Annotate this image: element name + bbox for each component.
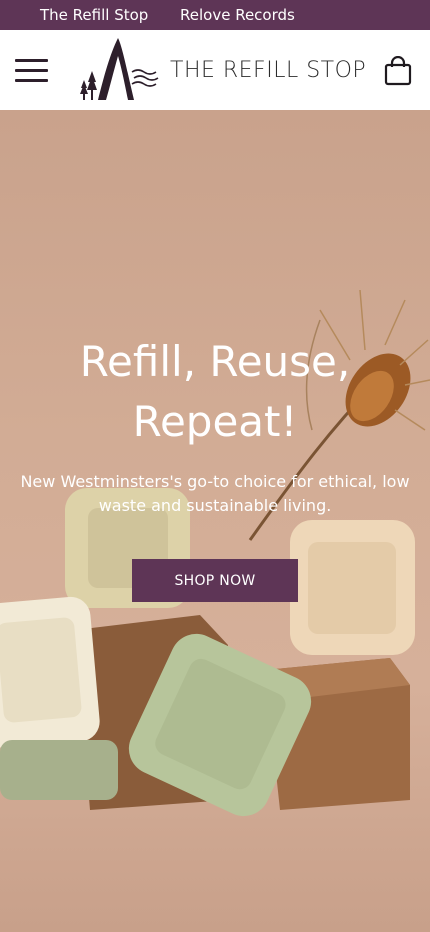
site-header: THE REFILL STOP [0, 30, 430, 110]
hero-subtitle: New Westminsters's go-to choice for ethi… [20, 472, 410, 515]
hero-title: Refill, Reuse, Repeat! [0, 332, 430, 452]
hero-title-line-1: Refill, Reuse, [79, 337, 351, 386]
shop-now-button[interactable]: SHOP NOW [132, 559, 298, 602]
brand-logo-icon[interactable] [76, 36, 160, 104]
topbar-link-relove-records[interactable]: Relove Records [180, 6, 295, 24]
hero-background-image [0, 289, 430, 817]
shopping-bag-icon[interactable] [384, 56, 412, 86]
hamburger-menu-icon[interactable] [15, 58, 49, 84]
hero-banner: Refill, Reuse, Repeat! New Westminsters'… [0, 110, 430, 932]
topbar-link-refill-stop[interactable]: The Refill Stop [40, 6, 148, 24]
announcement-bar: The Refill Stop Relove Records [0, 0, 430, 30]
hero-title-line-2: Repeat! [132, 397, 298, 446]
brand-name[interactable]: THE REFILL STOP [170, 58, 366, 83]
